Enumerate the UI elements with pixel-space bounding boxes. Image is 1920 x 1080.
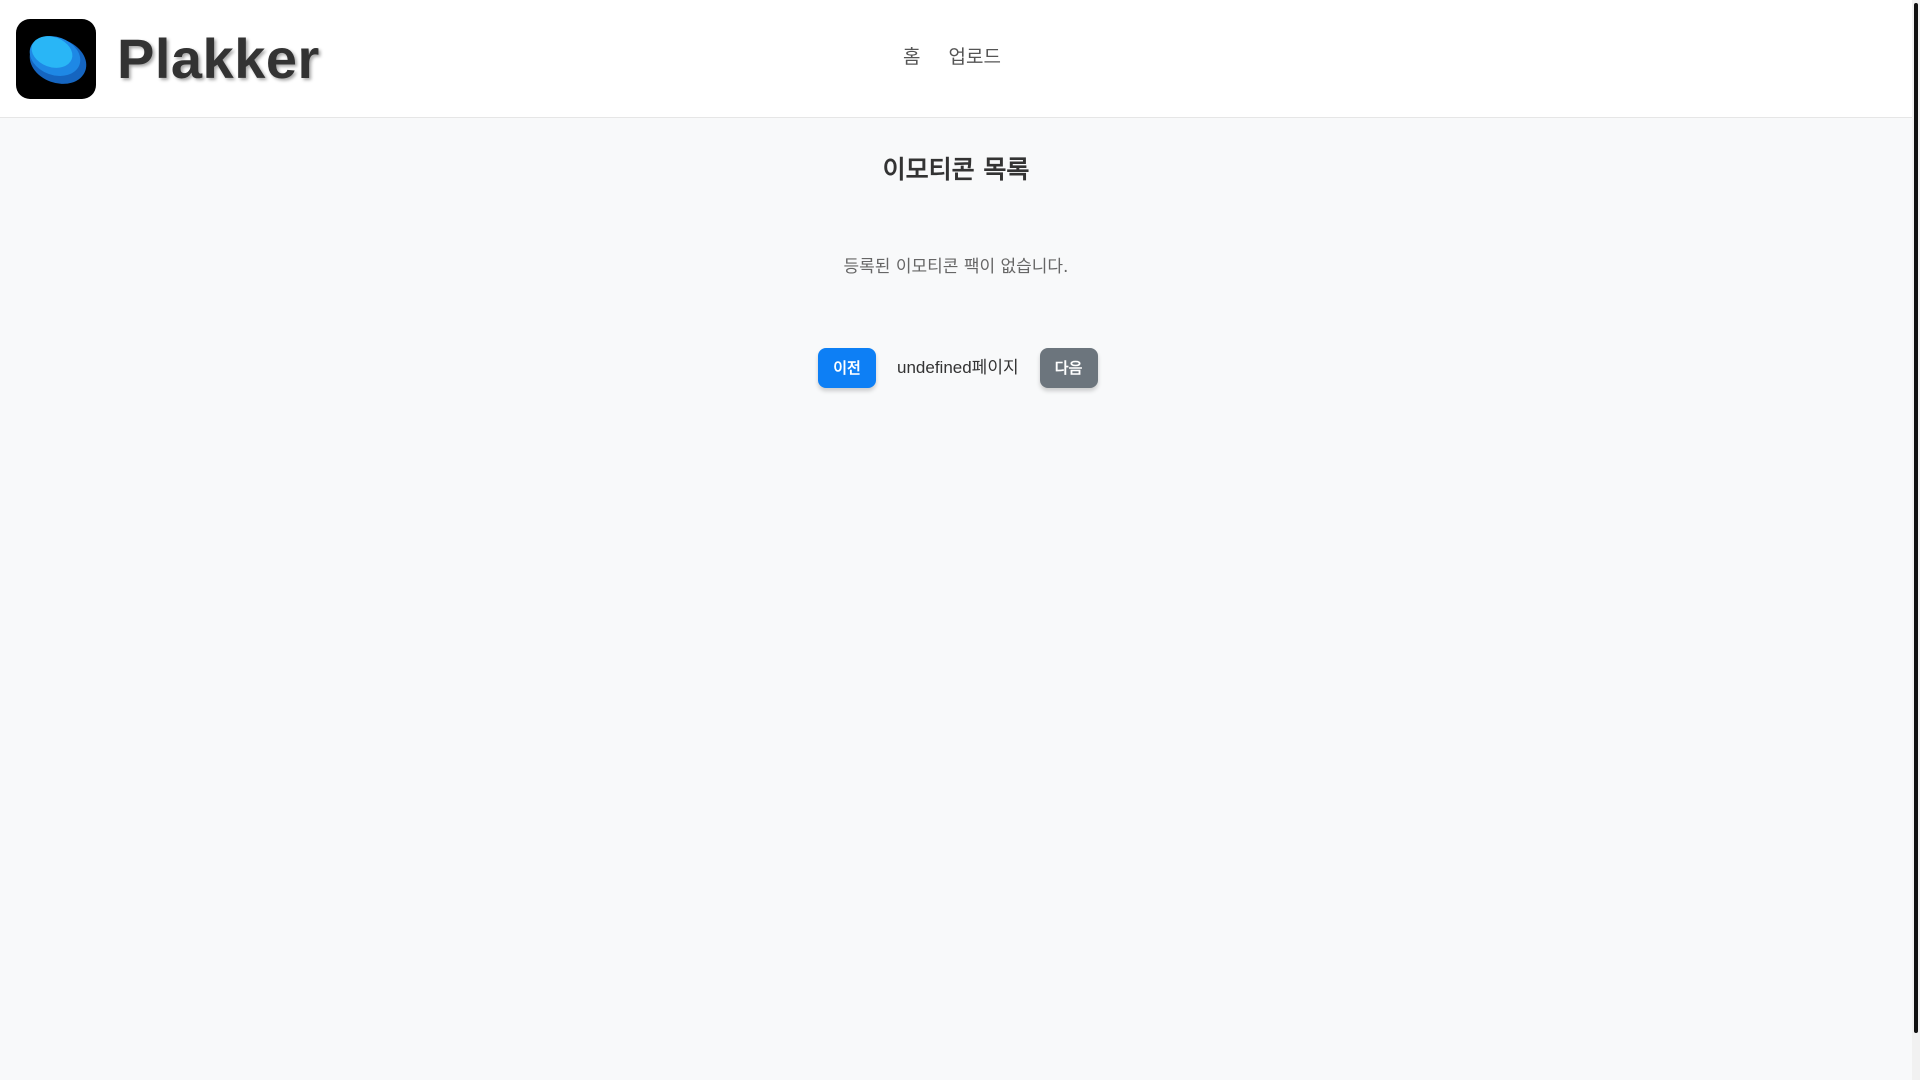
- logo-icon[interactable]: [16, 19, 96, 99]
- site-header: Plakker 홈 업로드: [0, 0, 1912, 118]
- main-content: 이모티콘 목록 등록된 이모티콘 팩이 없습니다. 이전 undefined페이…: [0, 119, 1912, 1080]
- nav-link-upload[interactable]: 업로드: [948, 44, 1000, 70]
- scrollbar-thumb[interactable]: [1914, 3, 1918, 1033]
- vertical-scrollbar[interactable]: [1912, 0, 1920, 1080]
- pagination: 이전 undefined페이지 다음: [818, 348, 1098, 388]
- empty-message: 등록된 이모티콘 팩이 없습니다.: [843, 257, 1069, 277]
- page-title: 이모티콘 목록: [882, 155, 1030, 184]
- nav-link-home[interactable]: 홈: [903, 44, 920, 70]
- main-nav: 홈 업로드: [903, 44, 1001, 70]
- brand-title[interactable]: Plakker: [117, 26, 320, 92]
- prev-page-button[interactable]: 이전: [818, 348, 876, 388]
- page-indicator: undefined페이지: [897, 358, 1019, 377]
- next-page-button[interactable]: 다음: [1039, 348, 1098, 388]
